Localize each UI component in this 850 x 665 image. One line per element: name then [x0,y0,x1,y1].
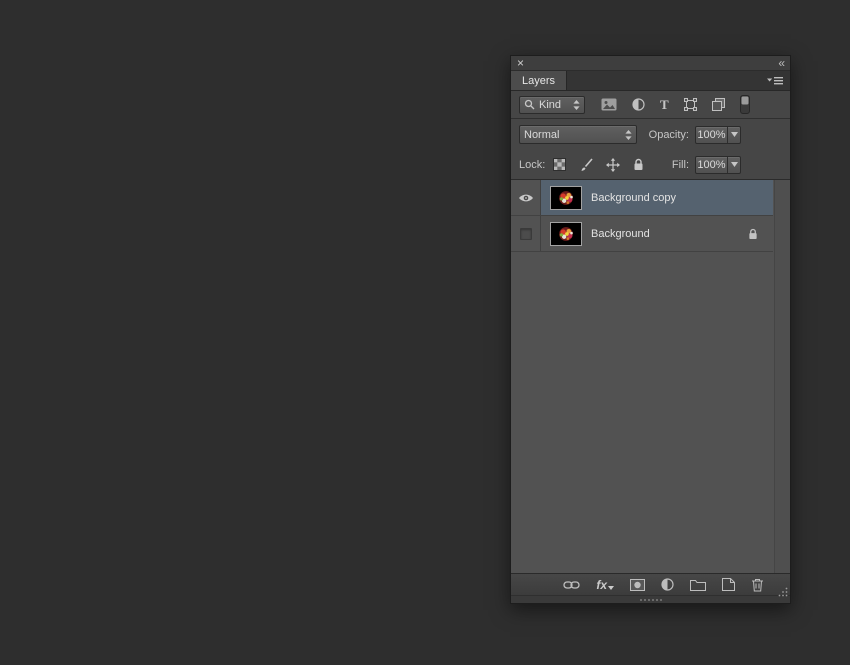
layers-list: Background copy [511,180,790,573]
opacity-dropdown[interactable]: 100% [695,126,741,144]
layer-name[interactable]: Background copy [591,192,676,204]
lock-pixels-button[interactable] [579,158,593,172]
smart-object-icon [712,98,725,111]
adjustment-circle-icon [661,578,674,591]
layer-name[interactable]: Background [591,228,650,240]
dropdown-arrow-icon[interactable] [727,157,740,173]
layer-locked-badge [748,228,758,240]
flower-thumbnail-image [551,187,581,209]
dropdown-arrow-icon[interactable] [727,127,740,143]
panel-window-bar[interactable]: × « [511,56,790,71]
pixel-layer-filter-button[interactable] [601,98,617,111]
visibility-toggle[interactable] [511,216,541,251]
drag-dots-icon [639,598,663,602]
resize-grip[interactable] [778,584,788,602]
panel-bottom-edge[interactable] [511,595,790,603]
shape-layer-filter-button[interactable] [684,98,697,111]
new-adjustment-layer-button[interactable] [661,578,674,591]
blend-row: Normal Opacity: 100% [511,119,790,150]
folder-icon [690,579,706,591]
layers-panel: × « Layers Kind [510,55,791,604]
visibility-toggle[interactable] [511,180,541,215]
scrollbar-track[interactable] [774,180,790,573]
layer-thumbnail[interactable] [550,222,582,246]
layer-mask-icon [630,579,645,591]
panel-bottom-toolbar: fx [511,573,790,595]
checkerboard-icon [553,158,566,171]
layer-row-body[interactable]: Background copy [541,180,773,215]
layer-row-body[interactable]: Background [541,216,773,251]
image-icon [601,98,617,111]
move-icon [606,158,620,172]
filter-icon-group: T [601,95,750,114]
delete-layer-button[interactable] [751,578,764,592]
layer-row-background-copy[interactable]: Background copy [511,180,773,216]
lock-icon-group [553,158,644,172]
toggle-switch-icon [740,95,750,114]
new-layer-icon [722,578,735,591]
eye-icon [518,193,534,203]
adjustment-layer-filter-button[interactable] [632,98,645,111]
fill-value: 100% [696,159,727,171]
blend-mode-value: Normal [524,129,559,141]
updown-arrows-icon [573,100,580,110]
blend-mode-dropdown[interactable]: Normal [519,125,637,144]
flower-thumbnail-image [551,223,581,245]
lock-row: Lock: [511,150,790,180]
brush-icon [579,158,593,172]
visibility-off-well [520,228,532,240]
close-icon[interactable]: × [517,57,524,69]
padlock-icon [748,228,758,240]
padlock-icon [633,158,644,171]
panel-tab-bar: Layers [511,71,790,91]
panel-menu-icon [767,76,784,86]
add-layer-mask-button[interactable] [630,579,645,591]
new-layer-button[interactable] [722,578,735,591]
resize-grip-icon [778,587,788,597]
panel-menu-button[interactable] [767,76,790,86]
new-group-button[interactable] [690,579,706,591]
layer-style-button[interactable]: fx [596,579,614,591]
filter-row: Kind T [511,91,790,119]
filtering-toggle-switch[interactable] [740,95,750,114]
tab-layers[interactable]: Layers [511,71,567,90]
fill-dropdown[interactable]: 100% [695,156,741,174]
link-layers-button[interactable] [563,581,580,589]
opacity-label: Opacity: [649,129,689,141]
search-icon [524,99,535,110]
lock-all-button[interactable] [633,158,644,171]
layer-row-background[interactable]: Background [511,216,773,252]
smart-object-filter-button[interactable] [712,98,725,111]
updown-arrows-icon [625,130,632,140]
lock-label: Lock: [519,159,545,171]
kind-filter-dropdown[interactable]: Kind [519,96,585,114]
link-icon [563,581,580,589]
type-layer-filter-button[interactable]: T [660,97,669,113]
opacity-value: 100% [696,129,727,141]
shape-icon [684,98,697,111]
lock-position-button[interactable] [606,158,620,172]
fx-icon: fx [596,579,607,591]
half-circle-icon [632,98,645,111]
collapse-panel-icon[interactable]: « [778,58,784,68]
lock-transparency-button[interactable] [553,158,566,171]
layer-rows: Background copy [511,180,773,252]
kind-filter-label: Kind [539,99,561,111]
layer-thumbnail[interactable] [550,186,582,210]
trash-icon [751,578,764,592]
fx-menu-arrow-icon [608,586,614,590]
fill-label: Fill: [672,159,689,171]
